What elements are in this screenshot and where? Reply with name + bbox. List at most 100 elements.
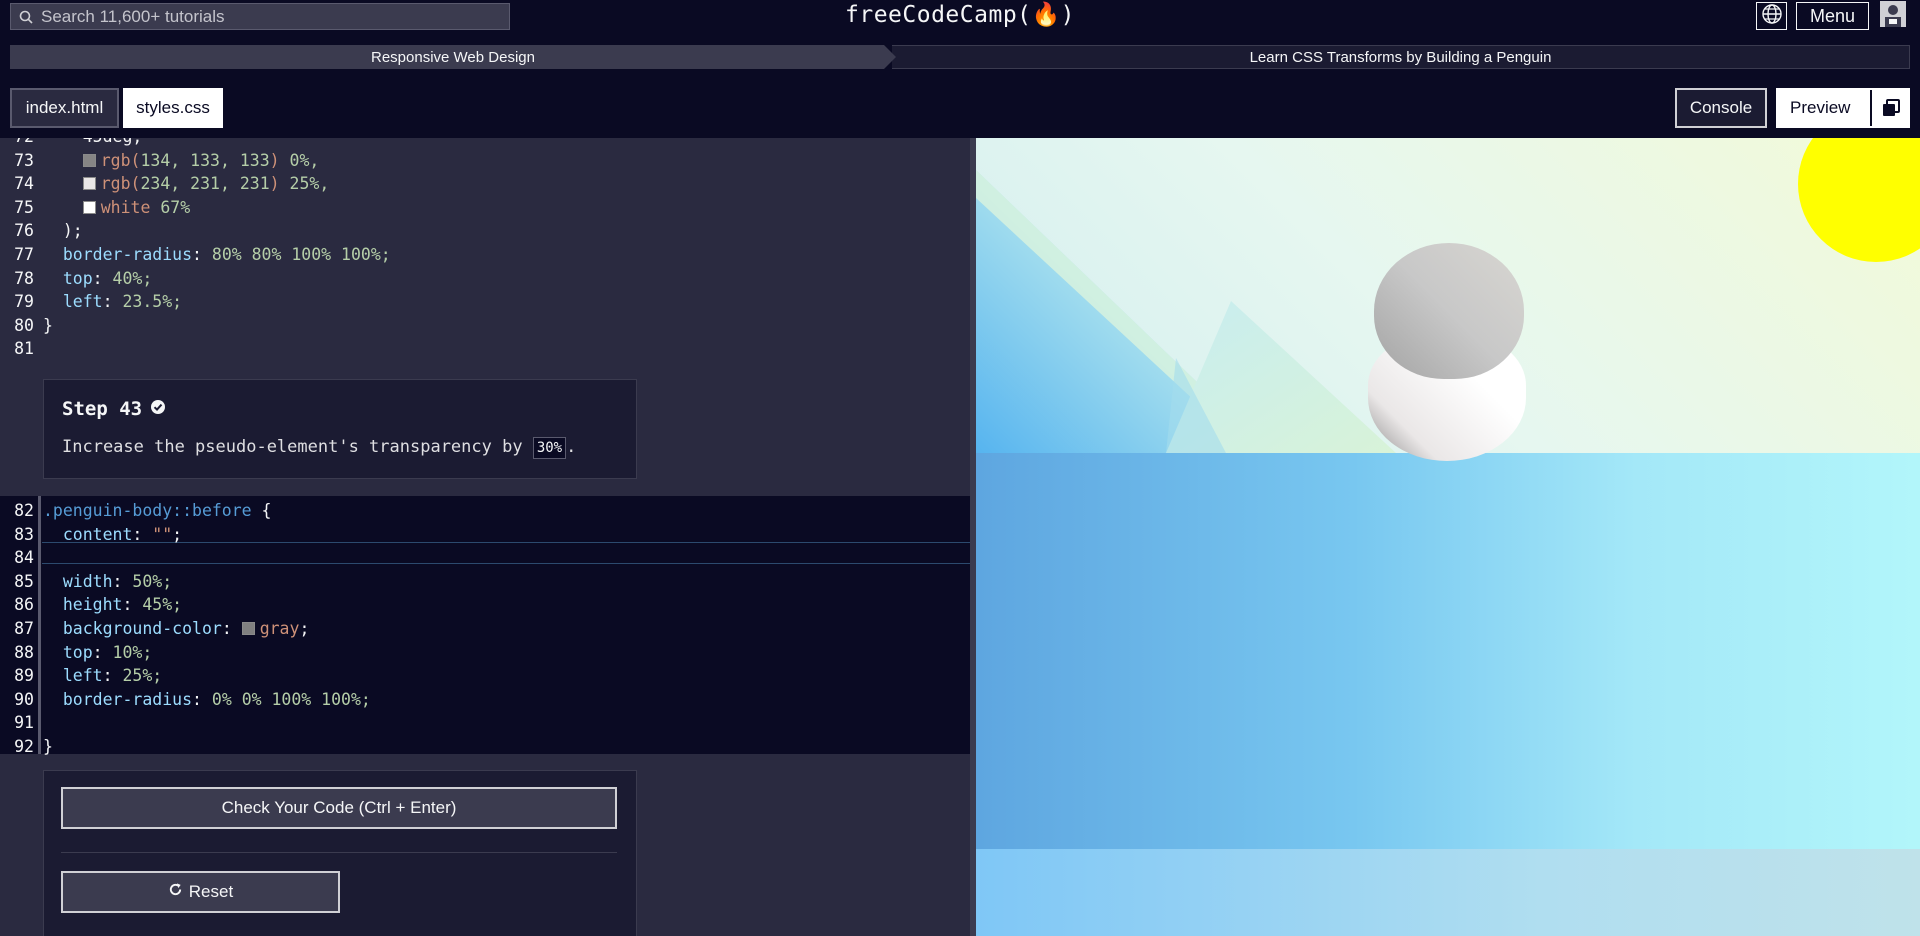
search-input[interactable] bbox=[41, 6, 501, 27]
color-swatch[interactable] bbox=[82, 153, 96, 167]
code-line[interactable]: 88 top: 10%; bbox=[0, 641, 970, 665]
css-function: rgb( bbox=[100, 150, 141, 170]
sea bbox=[976, 453, 1920, 849]
code-line[interactable]: 87 background-color: gray; bbox=[0, 617, 970, 641]
line-number: 74 bbox=[14, 174, 34, 194]
tab-styles-css[interactable]: styles.css bbox=[123, 88, 223, 128]
breadcrumb: Responsive Web Design Learn CSS Transfor… bbox=[10, 45, 1910, 69]
css-function: rgb( bbox=[100, 174, 141, 194]
css-paren: ) bbox=[269, 150, 280, 170]
language-button[interactable] bbox=[1756, 2, 1787, 30]
code-line[interactable]: 75 white 67% bbox=[0, 196, 970, 220]
code-line[interactable]: 89 left: 25%; bbox=[0, 664, 970, 688]
search-bar[interactable] bbox=[10, 3, 510, 30]
search-icon bbox=[11, 10, 41, 24]
globe-icon bbox=[1761, 3, 1783, 30]
css-value: 25%; bbox=[112, 666, 163, 686]
css-property: background-color bbox=[43, 619, 222, 638]
step-instructions: Increase the pseudo-element's transparen… bbox=[62, 437, 618, 459]
code-line[interactable]: 91 bbox=[0, 711, 970, 735]
line-number: 75 bbox=[14, 197, 34, 217]
code-line[interactable]: 78 top: 40%; bbox=[0, 267, 970, 291]
reset-button[interactable]: Reset bbox=[61, 871, 340, 913]
css-keyword: white bbox=[100, 197, 151, 217]
reset-label: Reset bbox=[188, 882, 234, 901]
step-title-text: Step 43 bbox=[62, 398, 143, 420]
preview-label: Preview bbox=[1790, 98, 1851, 117]
code-line[interactable]: 72 45deg, bbox=[0, 138, 970, 149]
code-text: } bbox=[43, 315, 53, 335]
action-panel: Check Your Code (Ctrl + Enter) Reset bbox=[43, 770, 637, 936]
css-property: border-radius bbox=[43, 689, 193, 709]
line-number: 72 bbox=[0, 138, 34, 149]
css-value: 0%, bbox=[279, 150, 320, 170]
css-value: 23.5%; bbox=[112, 292, 183, 312]
line-number: 79 bbox=[14, 292, 34, 312]
action-divider bbox=[61, 852, 617, 853]
code-line[interactable]: 90 border-radius: 0% 0% 100% 100%; bbox=[0, 688, 970, 712]
code-line[interactable]: 85 width: 50%; bbox=[0, 570, 970, 594]
color-swatch[interactable] bbox=[82, 200, 96, 214]
css-value: 80% 80% 100% 100%; bbox=[201, 245, 391, 264]
code-line[interactable]: 80} bbox=[0, 314, 970, 338]
preview-toggle-button[interactable]: Preview bbox=[1776, 88, 1910, 128]
code-brace: { bbox=[251, 501, 272, 520]
line-number: 78 bbox=[14, 268, 34, 288]
code-line[interactable]: 74 rgb(234, 231, 231) 25%, bbox=[0, 172, 970, 196]
popout-icon[interactable] bbox=[1882, 99, 1900, 122]
css-value: 0% 0% 100% 100%; bbox=[201, 689, 371, 709]
line-number: 90 bbox=[14, 689, 34, 709]
console-toggle-button[interactable]: Console bbox=[1675, 88, 1767, 128]
css-property: width bbox=[43, 571, 113, 591]
check-circle-icon bbox=[150, 398, 166, 420]
code-line[interactable]: 81 bbox=[0, 337, 970, 361]
color-swatch[interactable] bbox=[241, 622, 255, 635]
breadcrumb-block[interactable]: Learn CSS Transforms by Building a Pengu… bbox=[892, 45, 1910, 69]
code-line[interactable]: 73 rgb(134, 133, 133) 0%, bbox=[0, 149, 970, 173]
line-number: 83 bbox=[14, 524, 34, 544]
line-number: 85 bbox=[14, 571, 34, 591]
code-punc: ; bbox=[172, 524, 183, 544]
css-args: 134, 133, 133 bbox=[140, 150, 270, 170]
css-value: 10%; bbox=[102, 642, 153, 662]
code-line[interactable]: 79 left: 23.5%; bbox=[0, 290, 970, 314]
css-property: left bbox=[43, 666, 103, 686]
brand-text[interactable]: freeCodeCamp(🔥) bbox=[845, 2, 1075, 28]
step-text-after: . bbox=[566, 437, 577, 457]
code-line[interactable]: 77 border-radius: 80% 80% 100% 100%; bbox=[0, 243, 970, 267]
color-swatch[interactable] bbox=[82, 177, 96, 191]
tab-index-html[interactable]: index.html bbox=[10, 88, 119, 128]
line-number: 80 bbox=[14, 315, 34, 335]
code-line[interactable]: 92} bbox=[0, 735, 970, 759]
code-line[interactable]: 83 content: ""; bbox=[0, 523, 970, 547]
css-value: 50%; bbox=[122, 571, 173, 591]
user-avatar-icon bbox=[1880, 0, 1906, 32]
step-title: Step 43 bbox=[62, 398, 618, 420]
css-value: 67% bbox=[150, 197, 191, 217]
code-line[interactable]: 82 .penguin-body::before { bbox=[0, 499, 970, 523]
menu-button[interactable]: Menu bbox=[1796, 2, 1869, 30]
code-line[interactable]: 84 bbox=[0, 546, 970, 570]
css-property: left bbox=[43, 292, 103, 312]
css-string: "" bbox=[142, 524, 173, 544]
code-text: } bbox=[43, 737, 53, 756]
line-number: 73 bbox=[14, 150, 34, 170]
editor-tab-bar: index.html styles.css Console Preview bbox=[0, 82, 1920, 138]
top-navbar: freeCodeCamp(🔥) Menu bbox=[0, 0, 1920, 32]
css-property: top bbox=[43, 268, 93, 288]
line-number: 76 bbox=[14, 221, 34, 241]
css-selector: .penguin-body::before bbox=[43, 501, 252, 520]
check-code-button[interactable]: Check Your Code (Ctrl + Enter) bbox=[61, 787, 617, 829]
code-line[interactable]: 86 height: 45%; bbox=[0, 593, 970, 617]
breadcrumb-superblock[interactable]: Responsive Web Design bbox=[10, 45, 896, 69]
step-text-before: Increase the pseudo-element's transparen… bbox=[62, 437, 533, 457]
code-editor[interactable]: 72 45deg,73 rgb(134, 133, 133) 0%,74 rgb… bbox=[0, 138, 976, 936]
css-value: 25%, bbox=[279, 174, 330, 194]
css-args: 234, 231, 231 bbox=[140, 174, 270, 194]
code-line[interactable]: 76 ); bbox=[0, 219, 970, 243]
line-number: 86 bbox=[14, 595, 34, 615]
line-number: 77 bbox=[14, 245, 34, 264]
preview-pane bbox=[976, 138, 1920, 936]
css-property: content bbox=[43, 524, 133, 544]
avatar[interactable] bbox=[1878, 0, 1908, 32]
